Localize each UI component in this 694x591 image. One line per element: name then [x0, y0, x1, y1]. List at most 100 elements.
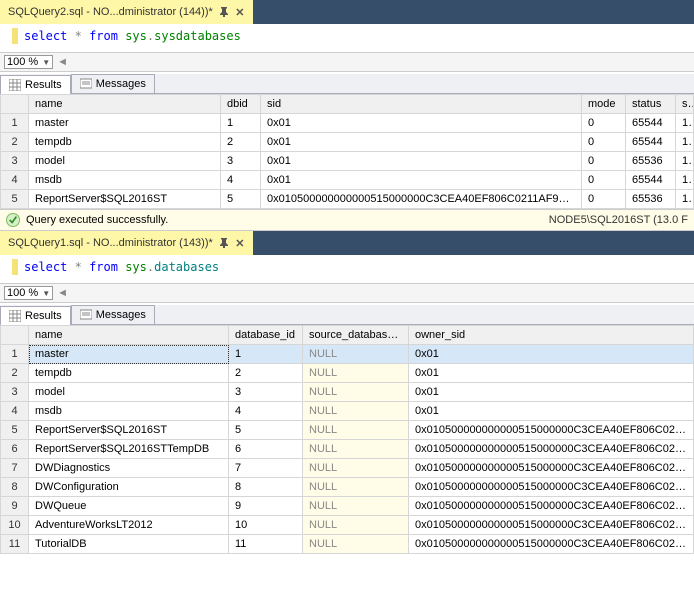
cell-owner-sid[interactable]: 0x010500000000000515000000C3CEA40EF806C0… — [409, 440, 694, 459]
cell-dbid[interactable]: 4 — [221, 171, 261, 190]
col-status[interactable]: status — [626, 95, 676, 114]
cell-database-id[interactable]: 11 — [229, 535, 303, 554]
cell-source-db[interactable]: NULL — [303, 497, 409, 516]
cell-name[interactable]: master — [29, 114, 221, 133]
cell-dbid[interactable]: 2 — [221, 133, 261, 152]
row-number[interactable]: 2 — [1, 133, 29, 152]
scroll-left-icon[interactable]: ◄ — [57, 287, 68, 299]
scroll-left-icon[interactable]: ◄ — [57, 56, 68, 68]
row-number[interactable]: 9 — [1, 497, 29, 516]
row-number[interactable]: 7 — [1, 459, 29, 478]
cell-database-id[interactable]: 5 — [229, 421, 303, 440]
cell-owner-sid[interactable]: 0x010500000000000515000000C3CEA40EF806C0… — [409, 497, 694, 516]
table-row[interactable]: 5ReportServer$SQL2016ST5NULL0x0105000000… — [1, 421, 694, 440]
cell-mode[interactable]: 0 — [582, 114, 626, 133]
cell-name[interactable]: msdb — [29, 171, 221, 190]
cell-mode[interactable]: 0 — [582, 190, 626, 209]
table-row[interactable]: 5ReportServer$SQL2016ST50x01050000000000… — [1, 190, 694, 209]
col-owner-sid[interactable]: owner_sid — [409, 326, 694, 345]
cell-owner-sid[interactable]: 0x01 — [409, 364, 694, 383]
tab-results[interactable]: Results — [0, 306, 71, 325]
zoom-dropdown[interactable]: 100 % ▼ — [4, 55, 53, 69]
cell-source-db[interactable]: NULL — [303, 478, 409, 497]
cell-owner-sid[interactable]: 0x010500000000000515000000C3CEA40EF806C0… — [409, 421, 694, 440]
cell-mode[interactable]: 0 — [582, 152, 626, 171]
cell-database-id[interactable]: 9 — [229, 497, 303, 516]
row-number[interactable]: 3 — [1, 152, 29, 171]
table-row[interactable]: 1master1NULL0x01 — [1, 345, 694, 364]
cell-source-db[interactable]: NULL — [303, 402, 409, 421]
cell-status[interactable]: 65536 — [626, 152, 676, 171]
col-name[interactable]: name — [29, 326, 229, 345]
cell-name[interactable]: DWQueue — [29, 497, 229, 516]
table-row[interactable]: 9DWQueue9NULL0x010500000000000515000000C… — [1, 497, 694, 516]
row-number[interactable]: 1 — [1, 114, 29, 133]
row-number[interactable]: 6 — [1, 440, 29, 459]
row-number[interactable]: 2 — [1, 364, 29, 383]
cell-name[interactable]: tempdb — [29, 364, 229, 383]
cell-name[interactable]: DWDiagnostics — [29, 459, 229, 478]
cell-status[interactable]: 65544 — [626, 114, 676, 133]
cell-database-id[interactable]: 3 — [229, 383, 303, 402]
cell-st[interactable]: 1 — [676, 152, 694, 171]
cell-dbid[interactable]: 3 — [221, 152, 261, 171]
cell-name[interactable]: ReportServer$SQL2016ST — [29, 190, 221, 209]
cell-database-id[interactable]: 8 — [229, 478, 303, 497]
cell-source-db[interactable]: NULL — [303, 440, 409, 459]
cell-source-db[interactable]: NULL — [303, 459, 409, 478]
close-icon[interactable]: ✕ — [235, 238, 245, 248]
cell-source-db[interactable]: NULL — [303, 345, 409, 364]
grid-corner[interactable] — [1, 326, 29, 345]
cell-name[interactable]: ReportServer$SQL2016STTempDB — [29, 440, 229, 459]
cell-mode[interactable]: 0 — [582, 133, 626, 152]
cell-database-id[interactable]: 4 — [229, 402, 303, 421]
cell-name[interactable]: model — [29, 383, 229, 402]
cell-database-id[interactable]: 1 — [229, 345, 303, 364]
cell-owner-sid[interactable]: 0x010500000000000515000000C3CEA40EF806C0… — [409, 516, 694, 535]
col-mode[interactable]: mode — [582, 95, 626, 114]
table-row[interactable]: 8DWConfiguration8NULL0x01050000000000051… — [1, 478, 694, 497]
cell-owner-sid[interactable]: 0x010500000000000515000000C3CEA40EF806C0… — [409, 459, 694, 478]
cell-st[interactable]: 1 — [676, 114, 694, 133]
cell-database-id[interactable]: 6 — [229, 440, 303, 459]
editor-tab[interactable]: SQLQuery2.sql - NO...dministrator (144))… — [0, 0, 253, 24]
cell-owner-sid[interactable]: 0x010500000000000515000000C3CEA40EF806C0… — [409, 478, 694, 497]
table-row[interactable]: 7DWDiagnostics7NULL0x0105000000000005150… — [1, 459, 694, 478]
cell-source-db[interactable]: NULL — [303, 364, 409, 383]
table-row[interactable]: 10AdventureWorksLT201210NULL0x0105000000… — [1, 516, 694, 535]
table-row[interactable]: 6ReportServer$SQL2016STTempDB6NULL0x0105… — [1, 440, 694, 459]
table-row[interactable]: 4msdb4NULL0x01 — [1, 402, 694, 421]
cell-database-id[interactable]: 7 — [229, 459, 303, 478]
cell-source-db[interactable]: NULL — [303, 535, 409, 554]
col-st[interactable]: st — [676, 95, 694, 114]
cell-status[interactable]: 65544 — [626, 171, 676, 190]
col-name[interactable]: name — [29, 95, 221, 114]
pin-icon[interactable] — [219, 7, 229, 17]
grid-corner[interactable] — [1, 95, 29, 114]
zoom-dropdown[interactable]: 100 % ▼ — [4, 286, 53, 300]
table-row[interactable]: 3model3NULL0x01 — [1, 383, 694, 402]
table-row[interactable]: 3model30x010655361 — [1, 152, 694, 171]
cell-status[interactable]: 65544 — [626, 133, 676, 152]
row-number[interactable]: 4 — [1, 402, 29, 421]
col-database-id[interactable]: database_id — [229, 326, 303, 345]
table-row[interactable]: 11TutorialDB11NULL0x01050000000000051500… — [1, 535, 694, 554]
table-row[interactable]: 2tempdb20x010655441 — [1, 133, 694, 152]
cell-source-db[interactable]: NULL — [303, 516, 409, 535]
col-source-db[interactable]: source_database_id — [303, 326, 409, 345]
cell-database-id[interactable]: 10 — [229, 516, 303, 535]
cell-owner-sid[interactable]: 0x01 — [409, 402, 694, 421]
cell-status[interactable]: 65536 — [626, 190, 676, 209]
sql-editor[interactable]: select * from sys.databases — [0, 255, 694, 283]
row-number[interactable]: 1 — [1, 345, 29, 364]
cell-sid[interactable]: 0x01 — [261, 152, 582, 171]
cell-name[interactable]: master — [29, 345, 229, 364]
row-number[interactable]: 5 — [1, 421, 29, 440]
table-row[interactable]: 2tempdb2NULL0x01 — [1, 364, 694, 383]
cell-name[interactable]: msdb — [29, 402, 229, 421]
row-number[interactable]: 5 — [1, 190, 29, 209]
sql-editor[interactable]: select * from sys.sysdatabases — [0, 24, 694, 52]
row-number[interactable]: 10 — [1, 516, 29, 535]
cell-owner-sid[interactable]: 0x01 — [409, 383, 694, 402]
tab-results[interactable]: Results — [0, 75, 71, 94]
